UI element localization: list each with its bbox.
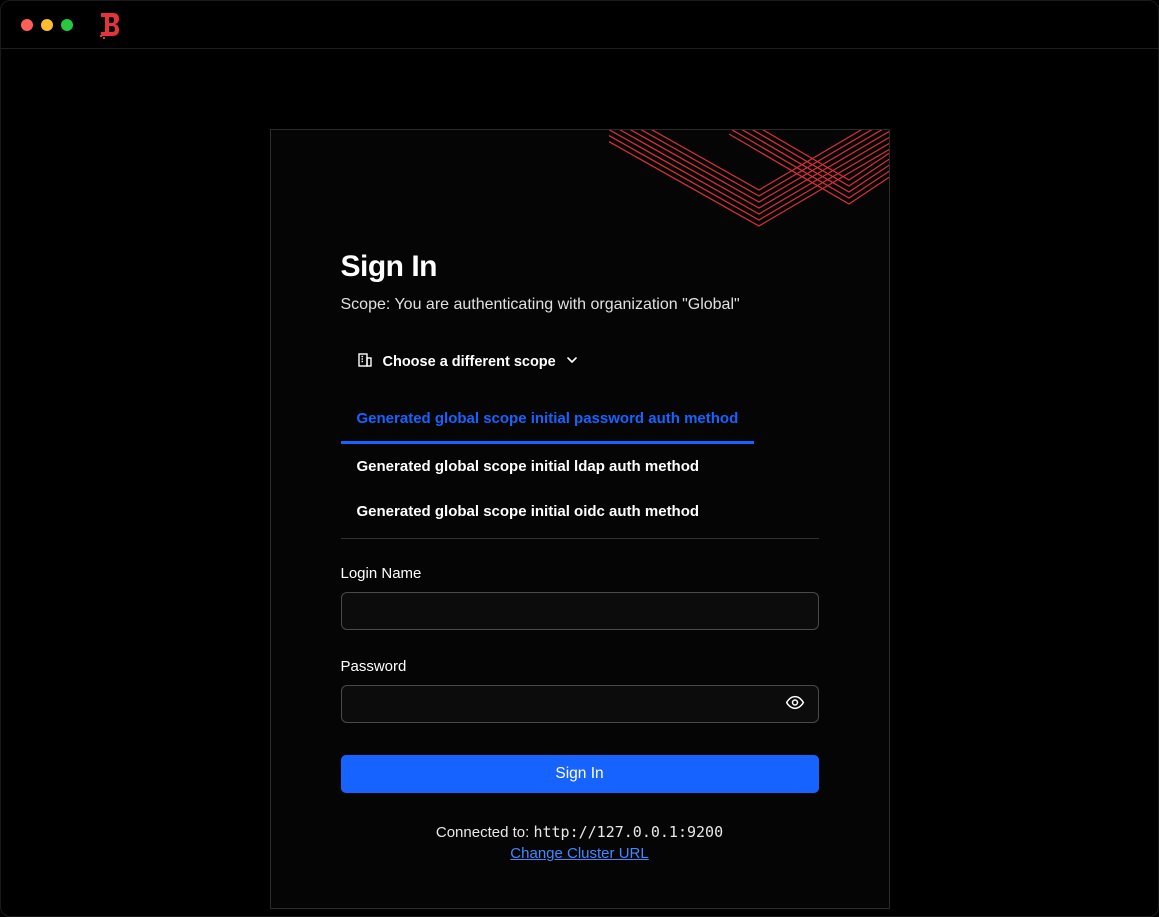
cluster-url: http://127.0.0.1:9200 [533,823,723,841]
close-window-button[interactable] [21,19,33,31]
sign-in-button-label: Sign In [555,765,603,782]
maximize-window-button[interactable] [61,19,73,31]
app-window: Sign In Scope: You are authenticating wi… [0,0,1159,917]
chevron-down-icon [566,354,578,370]
auth-method-ldap-tab[interactable]: Generated global scope initial ldap auth… [341,444,819,489]
login-name-input[interactable] [341,592,819,630]
page-title: Sign In [341,250,819,284]
auth-method-label: Generated global scope initial password … [357,410,739,427]
brand-icon [97,11,123,39]
signin-card: Sign In Scope: You are authenticating wi… [270,129,890,909]
card-body: Sign In Scope: You are authenticating wi… [271,130,889,862]
footer: Connected to: http://127.0.0.1:9200 Chan… [341,823,819,862]
auth-method-label: Generated global scope initial oidc auth… [357,503,700,520]
choose-scope-button[interactable]: Choose a different scope [341,346,578,378]
minimize-window-button[interactable] [41,19,53,31]
password-input[interactable] [341,685,819,723]
password-label: Password [341,658,819,675]
titlebar [1,1,1158,49]
main-content: Sign In Scope: You are authenticating wi… [1,49,1158,909]
divider [341,538,819,539]
auth-method-label: Generated global scope initial ldap auth… [357,458,700,475]
window-controls [21,19,73,31]
choose-scope-label: Choose a different scope [383,354,556,370]
scope-description: Scope: You are authenticating with organ… [341,294,819,316]
organization-icon [357,352,373,372]
login-name-label: Login Name [341,565,819,582]
connected-to-text: Connected to: http://127.0.0.1:9200 [341,823,819,841]
eye-icon [785,693,805,716]
auth-method-tabs: Generated global scope initial password … [341,396,819,534]
sign-in-button[interactable]: Sign In [341,755,819,793]
login-name-field-wrap [341,592,819,630]
change-cluster-url-link[interactable]: Change Cluster URL [510,845,648,862]
auth-method-password-tab[interactable]: Generated global scope initial password … [341,396,755,444]
password-field-wrap [341,685,819,723]
toggle-password-visibility-button[interactable] [781,689,809,720]
connected-label: Connected to: [436,824,534,841]
auth-method-oidc-tab[interactable]: Generated global scope initial oidc auth… [341,489,819,534]
